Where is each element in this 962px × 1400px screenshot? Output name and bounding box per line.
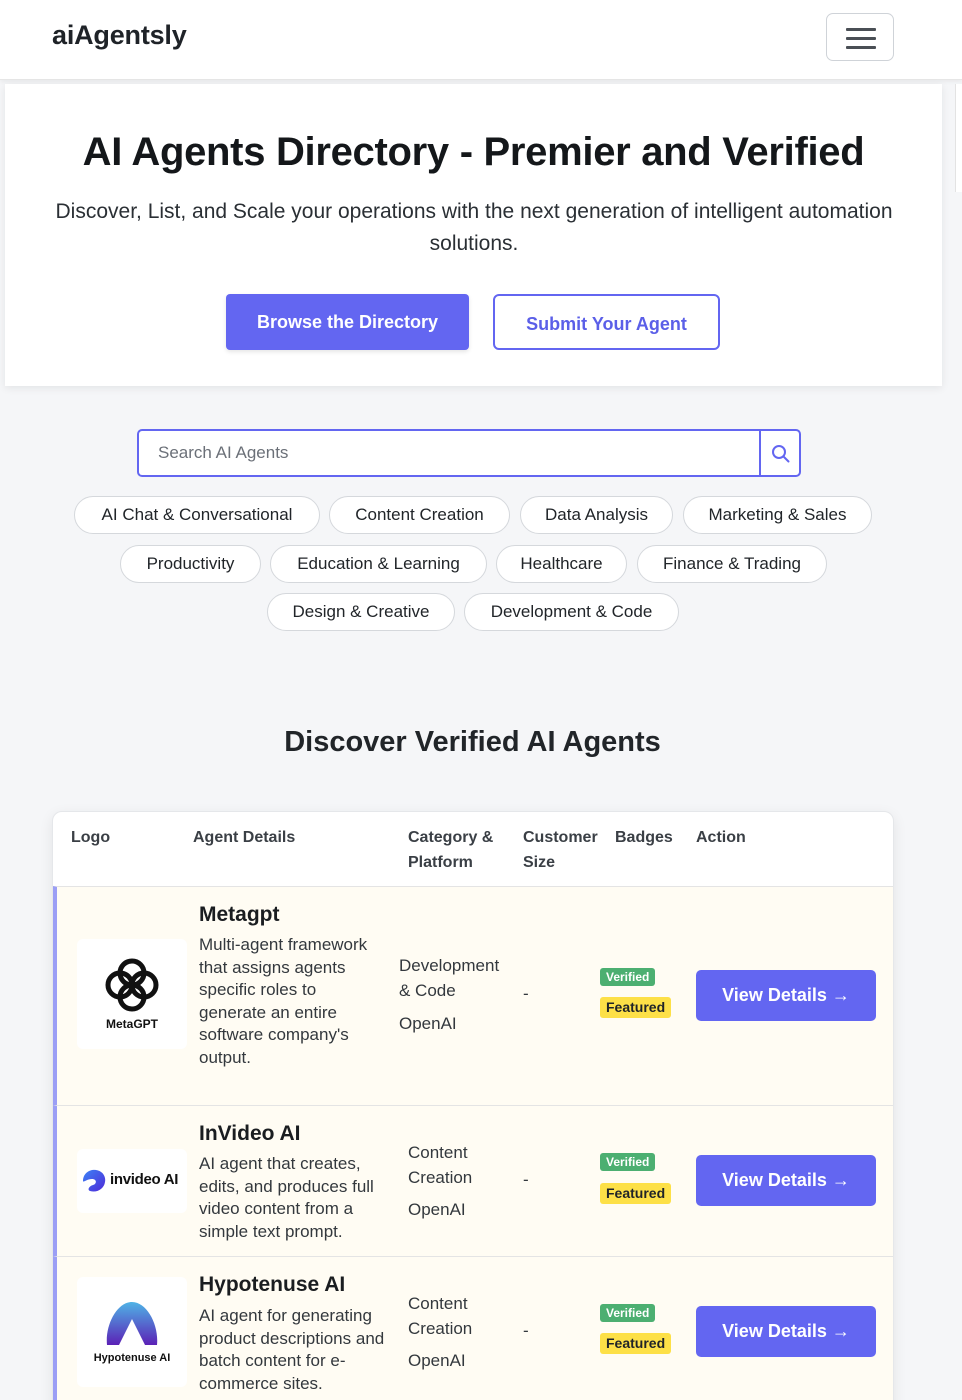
agent-description: Multi-agent framework that assigns agent… xyxy=(199,935,368,1067)
view-details-button[interactable]: View Details → xyxy=(696,1155,876,1206)
view-details-button[interactable]: View Details → xyxy=(696,970,876,1021)
agents-table: Logo Agent Details Category & Platform C… xyxy=(52,811,894,1400)
view-details-button[interactable]: View Details → xyxy=(696,1306,876,1357)
category-chip[interactable]: Development & Code xyxy=(464,593,679,631)
submit-agent-button[interactable]: Submit Your Agent xyxy=(493,294,720,350)
agent-category: Development & Code xyxy=(399,956,500,1000)
customer-size: - xyxy=(523,1321,529,1340)
category-chip[interactable]: AI Chat & Conversational xyxy=(74,496,320,534)
header-customer-size: Customer Size xyxy=(523,829,598,871)
agent-category: Content Creation xyxy=(408,1143,473,1187)
header-agent-details: Agent Details xyxy=(193,829,296,846)
hypotenuse-logo-text: Hypotenuse AI xyxy=(93,1352,171,1364)
search-button[interactable] xyxy=(759,429,801,477)
featured-badge: Featured xyxy=(600,1183,672,1204)
hamburger-menu-button[interactable] xyxy=(826,13,894,61)
header-category: Category & Platform xyxy=(408,829,494,871)
featured-badge: Featured xyxy=(600,997,672,1018)
category-chip[interactable]: Education & Learning xyxy=(270,545,487,583)
hero-section: AI Agents Directory - Premier and Verifi… xyxy=(5,84,942,386)
verified-badge: Verified xyxy=(600,968,656,986)
page-title: AI Agents Directory - Premier and Verifi… xyxy=(82,130,865,174)
category-chip[interactable]: Healthcare xyxy=(496,545,627,583)
brand-logo[interactable]: aiAgentsly xyxy=(52,20,187,51)
invideo-logo-text: invideo AI xyxy=(110,1171,179,1188)
hamburger-menu-icon xyxy=(846,28,876,31)
category-chip[interactable]: Finance & Trading xyxy=(637,545,827,583)
metagpt-logo-icon xyxy=(105,958,159,1012)
agent-platform: OpenAI xyxy=(408,1351,466,1370)
section-title: Discover Verified AI Agents xyxy=(284,726,661,758)
category-chip[interactable]: Content Creation xyxy=(329,496,510,534)
category-chip[interactable]: Marketing & Sales xyxy=(683,496,872,534)
customer-size: - xyxy=(523,984,529,1003)
verified-badge: Verified xyxy=(600,1153,656,1171)
metagpt-logo-text: MetaGPT xyxy=(105,1017,158,1031)
featured-badge: Featured xyxy=(600,1333,672,1354)
agent-description: AI agent for generating product descript… xyxy=(199,1306,385,1393)
agent-description: AI agent that creates, edits, and produc… xyxy=(199,1154,374,1241)
table-row: Hypotenuse AI Hypotenuse AI AI agent for… xyxy=(53,1256,893,1400)
agent-name[interactable]: Metagpt xyxy=(199,903,280,927)
search-bar xyxy=(137,429,801,477)
hypotenuse-logo-icon xyxy=(106,1302,158,1345)
browse-directory-button[interactable]: Browse the Directory xyxy=(226,294,469,350)
hero-subtitle: Discover, List, and Scale your operation… xyxy=(55,200,893,255)
verified-badge: Verified xyxy=(600,1304,656,1322)
metagpt-logo: MetaGPT xyxy=(77,939,187,1049)
invideo-logo-icon xyxy=(83,1169,106,1192)
agent-category: Content Creation xyxy=(408,1294,473,1338)
table-row: MetaGPT Metagpt Multi-agent framework th… xyxy=(53,886,893,1105)
header-badges: Badges xyxy=(615,829,673,846)
side-panel-edge xyxy=(955,84,962,192)
agent-name[interactable]: InVideo AI xyxy=(199,1122,301,1146)
agent-platform: OpenAI xyxy=(408,1200,466,1219)
search-input[interactable] xyxy=(137,429,761,477)
agent-name[interactable]: Hypotenuse AI xyxy=(199,1273,345,1297)
header-logo: Logo xyxy=(71,829,111,846)
customer-size: - xyxy=(523,1170,529,1189)
header-action: Action xyxy=(696,829,746,846)
hypotenuse-logo: Hypotenuse AI xyxy=(77,1277,187,1387)
agent-platform: OpenAI xyxy=(399,1014,457,1033)
category-chip[interactable]: Data Analysis xyxy=(520,496,673,534)
category-chip[interactable]: Productivity xyxy=(120,545,261,583)
search-icon xyxy=(772,445,790,463)
navbar: aiAgentsly xyxy=(0,0,962,80)
table-row: invideo AI InVideo AI AI agent that crea… xyxy=(53,1105,893,1256)
category-chip[interactable]: Design & Creative xyxy=(267,593,455,631)
invideo-logo: invideo AI xyxy=(77,1149,187,1213)
